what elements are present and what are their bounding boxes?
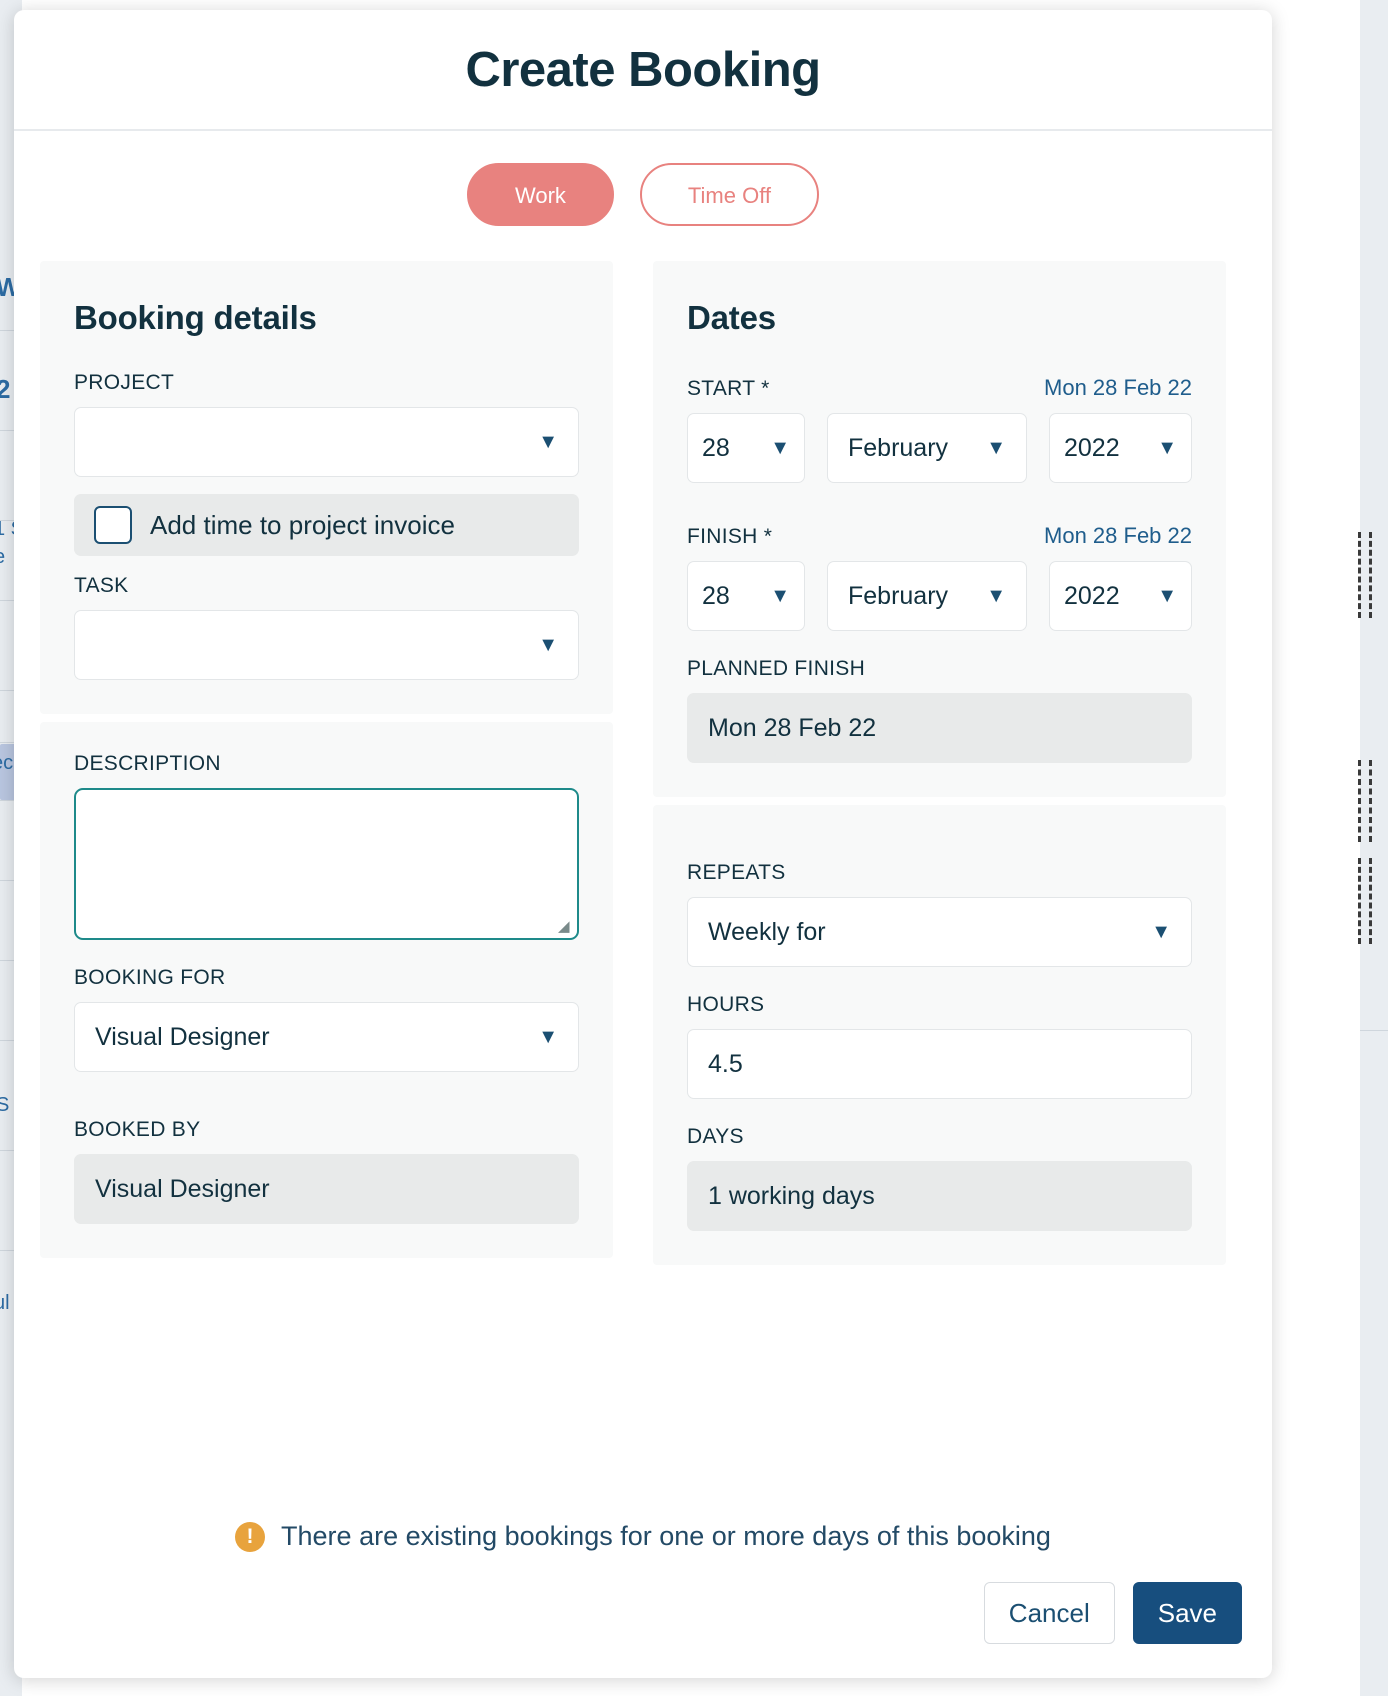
repeats-label: REPEATS	[687, 861, 1192, 885]
chevron-down-icon: ▼	[538, 635, 558, 655]
background-selection-marker	[1358, 760, 1372, 842]
finish-year-select[interactable]: 2022 ▼	[1049, 561, 1192, 631]
booking-details-heading: Booking details	[74, 299, 579, 337]
cancel-button[interactable]: Cancel	[984, 1582, 1115, 1644]
add-time-to-invoice-row[interactable]: Add time to project invoice	[74, 494, 579, 556]
booking-type-toggle: Work Time Off	[14, 131, 1272, 226]
start-month-select[interactable]: February ▼	[827, 413, 1027, 483]
spacer	[687, 483, 1192, 523]
chevron-down-icon: ▼	[770, 586, 790, 606]
days-label: DAYS	[687, 1125, 1192, 1149]
planned-finish-label: PLANNED FINISH	[687, 657, 1192, 681]
finish-day-select[interactable]: 28 ▼	[687, 561, 805, 631]
hours-label: HOURS	[687, 993, 1192, 1017]
booking-details-card: Booking details PROJECT ▼ Add time to pr…	[40, 261, 613, 714]
modal-header: Create Booking	[14, 10, 1272, 131]
booking-for-label: BOOKING FOR	[74, 966, 579, 990]
start-year-select[interactable]: 2022 ▼	[1049, 413, 1192, 483]
tab-time-off[interactable]: Time Off	[640, 163, 819, 226]
chevron-down-icon: ▼	[770, 438, 790, 458]
start-day-select[interactable]: 28 ▼	[687, 413, 805, 483]
dates-heading: Dates	[687, 299, 1192, 337]
background-selection-marker	[1358, 532, 1372, 618]
task-select[interactable]: ▼	[74, 610, 579, 680]
spacer	[687, 631, 1192, 657]
project-label: PROJECT	[74, 371, 579, 395]
existing-bookings-warning: ! There are existing bookings for one or…	[14, 1487, 1272, 1552]
chevron-down-icon: ▼	[986, 586, 1006, 606]
finish-label: FINISH *	[687, 525, 772, 549]
save-button[interactable]: Save	[1133, 1582, 1242, 1644]
chevron-down-icon: ▼	[1151, 922, 1171, 942]
task-label: TASK	[74, 574, 579, 598]
right-column: Dates START * Mon 28 Feb 22 28 ▼ Februar…	[653, 261, 1226, 1265]
start-day-value: 28	[702, 434, 730, 463]
spacer	[687, 1099, 1192, 1125]
finish-year-value: 2022	[1064, 582, 1120, 611]
spacer	[687, 967, 1192, 993]
chevron-down-icon: ▼	[1157, 438, 1177, 458]
spacer	[687, 835, 1192, 861]
resize-handle-icon[interactable]: ◢	[558, 920, 572, 934]
booked-by-value: Visual Designer	[74, 1154, 579, 1224]
spacer	[74, 940, 579, 966]
start-label-row: START * Mon 28 Feb 22	[687, 375, 1192, 401]
booking-for-value: Visual Designer	[95, 1023, 270, 1052]
chevron-down-icon: ▼	[538, 432, 558, 452]
chevron-down-icon: ▼	[986, 438, 1006, 458]
start-label: START *	[687, 377, 770, 401]
repeats-value: Weekly for	[708, 918, 826, 947]
dates-card: Dates START * Mon 28 Feb 22 28 ▼ Februar…	[653, 261, 1226, 797]
add-time-to-invoice-label: Add time to project invoice	[150, 510, 455, 541]
tab-work[interactable]: Work	[467, 163, 614, 226]
days-value: 1 working days	[687, 1161, 1192, 1231]
modal-body: Booking details PROJECT ▼ Add time to pr…	[14, 226, 1272, 1487]
finish-month-value: February	[848, 582, 948, 611]
left-column: Booking details PROJECT ▼ Add time to pr…	[40, 261, 613, 1258]
modal-footer: Cancel Save	[14, 1552, 1272, 1678]
create-booking-modal: Create Booking Work Time Off Booking det…	[14, 10, 1272, 1678]
background-text-fragment: ec	[0, 752, 13, 775]
start-date-preview: Mon 28 Feb 22	[1044, 375, 1192, 401]
description-card: DESCRIPTION ◢ BOOKING FOR Visual Designe…	[40, 722, 613, 1258]
warning-icon: !	[235, 1522, 265, 1552]
page-title: Create Booking	[465, 42, 820, 98]
finish-date-row: 28 ▼ February ▼ 2022 ▼	[687, 561, 1192, 631]
background-selection-marker	[1358, 858, 1372, 944]
background-text-fragment: 2	[0, 374, 10, 405]
start-month-value: February	[848, 434, 948, 463]
project-select[interactable]: ▼	[74, 407, 579, 477]
repeat-card: REPEATS Weekly for ▼ HOURS 4.5 DAYS 1 wo…	[653, 805, 1226, 1265]
planned-finish-value: Mon 28 Feb 22	[687, 693, 1192, 763]
description-textarea[interactable]: ◢	[74, 788, 579, 940]
background-text-fragment: ul	[0, 1292, 10, 1315]
description-label: DESCRIPTION	[74, 752, 579, 776]
background-text-fragment: S	[0, 1094, 9, 1117]
start-date-row: 28 ▼ February ▼ 2022 ▼	[687, 413, 1192, 483]
start-year-value: 2022	[1064, 434, 1120, 463]
repeats-select[interactable]: Weekly for ▼	[687, 897, 1192, 967]
spacer	[74, 1072, 579, 1118]
warning-text: There are existing bookings for one or m…	[281, 1521, 1051, 1552]
background-right-column	[1360, 0, 1388, 1696]
hours-input[interactable]: 4.5	[687, 1029, 1192, 1099]
background-row-divider	[1360, 1030, 1388, 1031]
finish-date-preview: Mon 28 Feb 22	[1044, 523, 1192, 549]
chevron-down-icon: ▼	[538, 1027, 558, 1047]
booking-for-select[interactable]: Visual Designer ▼	[74, 1002, 579, 1072]
chevron-down-icon: ▼	[1157, 586, 1177, 606]
finish-label-row: FINISH * Mon 28 Feb 22	[687, 523, 1192, 549]
finish-month-select[interactable]: February ▼	[827, 561, 1027, 631]
finish-day-value: 28	[702, 582, 730, 611]
booked-by-label: BOOKED BY	[74, 1118, 579, 1142]
add-time-to-invoice-checkbox[interactable]	[94, 506, 132, 544]
background-text-fragment: e	[0, 546, 5, 569]
